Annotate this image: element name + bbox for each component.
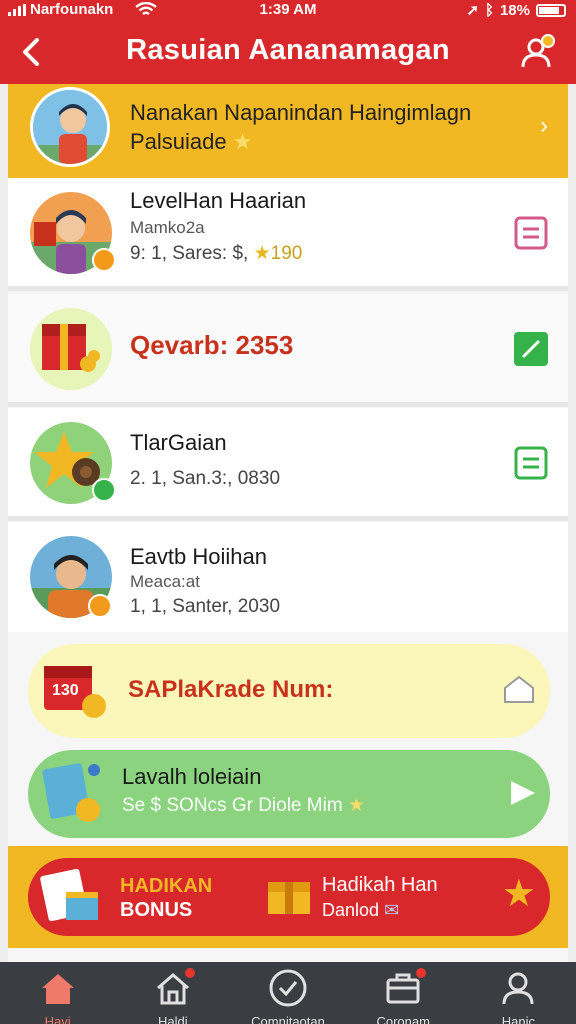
star-icon: ★ xyxy=(501,873,536,915)
treasure-box-icon xyxy=(264,872,314,923)
banner-title: Nanakan Napanindan Haingimlagn xyxy=(130,100,472,125)
divider xyxy=(8,402,568,407)
check-circle-icon xyxy=(269,969,307,1007)
notification-badge xyxy=(413,966,428,980)
edit-button[interactable] xyxy=(514,332,548,366)
bonus-section: HADIKAN BONUS Hadikah Han Danlod ✉ ★ xyxy=(8,846,568,948)
bonus-title-line2: BONUS xyxy=(120,899,193,921)
level-subtitle: Se $ SONcs Gr Diole Mim xyxy=(122,795,343,816)
tab-house[interactable]: Haldi xyxy=(115,962,230,1024)
calendar-text: 130 xyxy=(52,682,79,699)
gift-coupon-icon xyxy=(40,864,110,935)
battery-icon xyxy=(536,3,566,17)
home-icon xyxy=(41,974,74,1004)
bonus-title: HADIKAN BONUS xyxy=(120,874,212,922)
item-name: Eavtb Hoiihan xyxy=(130,544,267,569)
promo-title: Qevarb: 2353 xyxy=(130,330,294,360)
item-subtitle: Mamko2a xyxy=(130,218,205,237)
notification-badge xyxy=(183,966,198,980)
status-badge xyxy=(92,478,116,502)
divider xyxy=(8,516,568,521)
bonus-right-subtitle: Danlod xyxy=(322,900,380,920)
gift-box-icon xyxy=(30,308,112,390)
item-meta: 9: 1, Sares: $, xyxy=(130,243,249,264)
item-meta: 2. 1, San.3:, 0830 xyxy=(130,468,281,489)
item-subtitle: Meaca:at xyxy=(130,572,200,591)
list-item[interactable]: TlarGaian 2. 1, San.3:, 0830 xyxy=(8,408,568,516)
promo-item[interactable]: Qevarb: 2353 xyxy=(8,294,568,402)
app-header: Rasuian Aananamagan xyxy=(0,22,576,84)
list-icon xyxy=(514,446,548,480)
bonus-button[interactable]: HADIKAN BONUS Hadikah Han Danlod ✉ ★ xyxy=(28,858,550,936)
level-title: Lavalh loleiain xyxy=(122,764,262,789)
bottom-tab-bar: Havi Haldi Comnitaotan Coronam Hanic xyxy=(0,962,576,1024)
points-value: 190 xyxy=(270,243,303,264)
item-name: TlarGaian xyxy=(130,430,227,455)
status-bar: Narfounakn 1:39 AM ➚ ᛒ 18% xyxy=(0,0,576,22)
item-name: LevelHan Haarian xyxy=(130,188,307,213)
page-title: Rasuian Aananamagan xyxy=(126,34,450,66)
tab-check[interactable]: Comnitaotan xyxy=(230,962,345,1024)
list-item[interactable]: Eavtb Hoiihan Meaca:at 1, 1, Santer, 203… xyxy=(8,522,568,632)
banner-text: Nanakan Napanindan Haingimlagn Palsuiade… xyxy=(130,98,471,156)
tab-home[interactable]: Havi xyxy=(0,962,115,1024)
bonus-right-title: Hadikah Han xyxy=(322,874,438,896)
main-content: Nanakan Napanindan Haingimlagn Palsuiade… xyxy=(8,84,568,962)
back-button[interactable] xyxy=(12,32,52,72)
bonus-title-line1: HADIKAN xyxy=(120,875,213,897)
banner-subtitle: Palsuiade xyxy=(130,129,227,154)
featured-avatar xyxy=(30,87,110,167)
user-notification-icon xyxy=(521,34,555,68)
map-coin-icon xyxy=(40,758,110,828)
tab-label: Comnitaotan xyxy=(251,1014,325,1024)
tab-label: Haldi xyxy=(157,1014,188,1024)
promo-pill-text: SAPlaKrade Num: xyxy=(128,676,334,703)
chevron-right-icon: › xyxy=(540,112,548,139)
calendar-coin-icon: 130 xyxy=(40,656,108,724)
star-icon: ★ xyxy=(232,129,253,154)
divider xyxy=(8,286,568,291)
status-badge xyxy=(92,248,116,272)
profile-button[interactable] xyxy=(518,32,558,72)
promo-pill[interactable]: 130 SAPlaKrade Num: xyxy=(28,644,550,738)
user-icon xyxy=(502,972,534,1005)
item-meta: 1, 1, Santer, 2030 xyxy=(130,596,281,617)
featured-banner[interactable]: Nanakan Napanindan Haingimlagn Palsuiade… xyxy=(8,84,568,178)
status-badge xyxy=(88,594,112,618)
tab-label: Hanic xyxy=(501,1014,536,1024)
home-outline-icon xyxy=(502,674,536,709)
location-icon: ➚ xyxy=(466,2,479,19)
battery-percent: 18% xyxy=(499,1,530,19)
bluetooth-icon: ᛒ xyxy=(484,1,494,19)
edit-icon xyxy=(514,332,548,366)
tab-label: Coronam xyxy=(376,1014,430,1024)
tab-profile[interactable]: Hanic xyxy=(461,962,576,1024)
star-icon: ★ xyxy=(253,243,271,264)
level-pill[interactable]: Lavalh loleiain Se $ SONcs Gr Diole Mim … xyxy=(28,750,550,838)
envelope-icon: ✉ xyxy=(384,900,400,920)
tab-briefcase[interactable]: Coronam xyxy=(346,962,461,1024)
list-item[interactable]: LevelHan Haarian Mamko2a 9: 1, Sares: $,… xyxy=(8,178,568,286)
chevron-left-icon xyxy=(23,38,39,66)
status-right: ➚ ᛒ 18% xyxy=(466,1,566,19)
list-action-button[interactable] xyxy=(514,216,548,250)
list-action-button[interactable] xyxy=(514,446,548,480)
star-icon: ★ xyxy=(347,795,365,816)
list-icon xyxy=(514,216,548,250)
play-arrow-icon xyxy=(508,778,538,813)
tab-label: Havi xyxy=(44,1014,71,1024)
